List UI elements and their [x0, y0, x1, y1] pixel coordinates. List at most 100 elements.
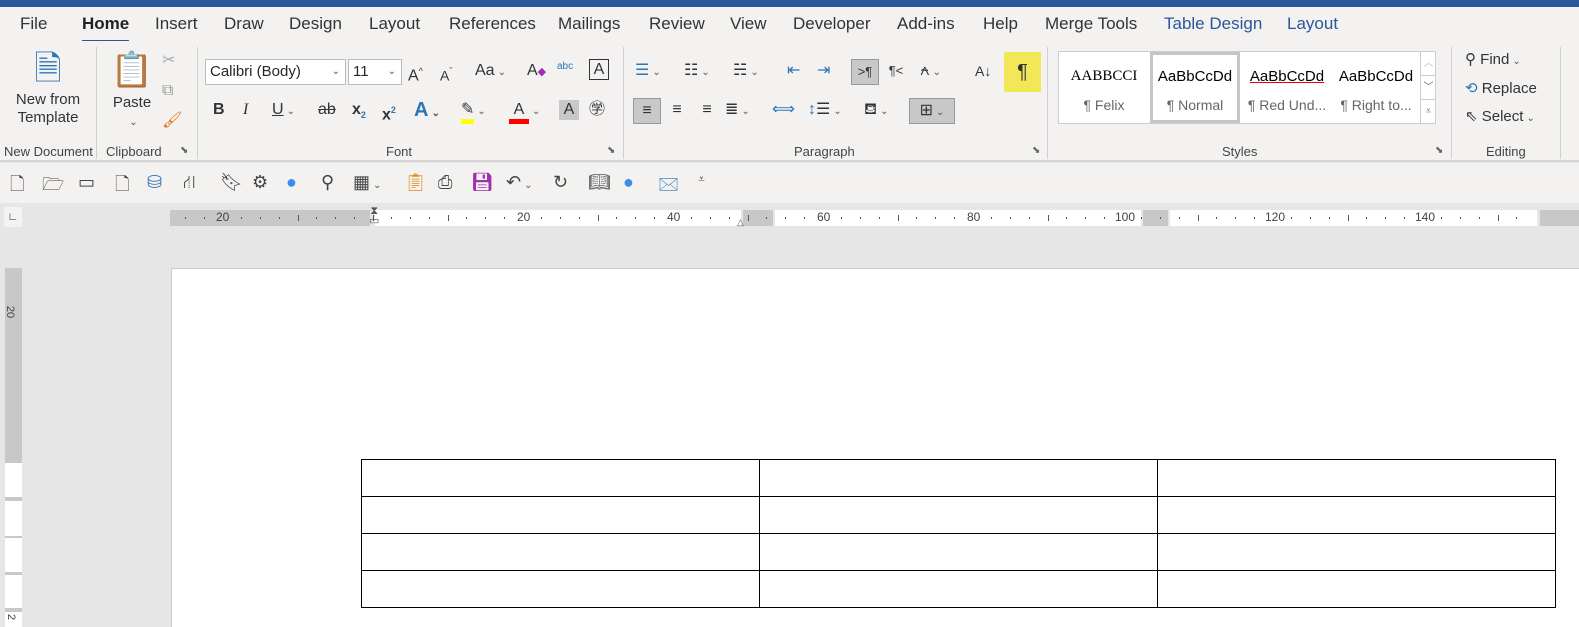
multilevel-list-button[interactable]: ☵ ⌄: [733, 59, 759, 85]
tab-references[interactable]: References: [449, 14, 536, 34]
gear-icon[interactable]: ⚙: [252, 172, 268, 193]
table-icon[interactable]: ▦ ⌄: [353, 172, 381, 193]
tab-layout[interactable]: Layout: [369, 14, 420, 34]
email-document-icon[interactable]: 🖂: [658, 172, 679, 202]
align-right-icon[interactable]: ≡: [695, 98, 719, 124]
dialog-launcher-icon[interactable]: ⬊: [180, 145, 188, 156]
tab-table-layout[interactable]: Layout: [1287, 14, 1338, 34]
font-size-combo[interactable]: 11 ⌄: [348, 59, 402, 85]
database-icon[interactable]: ⛁: [147, 172, 162, 193]
table-cell[interactable]: [1157, 496, 1556, 534]
tab-insert[interactable]: Insert: [155, 14, 198, 34]
tab-draw[interactable]: Draw: [224, 14, 264, 34]
text-effects-button[interactable]: A ⌄: [414, 98, 440, 124]
indent-marker-icon[interactable]: ⧗ ▭: [369, 206, 379, 227]
tab-selector-icon[interactable]: ∟: [4, 207, 22, 227]
new-from-template-button[interactable]: 🗎 New from Template: [12, 47, 84, 133]
dialog-launcher-icon[interactable]: ⬊: [607, 145, 615, 156]
left-to-right-button[interactable]: >¶: [851, 59, 879, 85]
tab-file[interactable]: File: [20, 14, 47, 34]
show-formatting-marks-button[interactable]: ¶: [1004, 52, 1041, 92]
read-mode-icon[interactable]: 📖︎: [588, 172, 611, 193]
distributed-icon[interactable]: ⟺: [772, 98, 795, 124]
justify-button[interactable]: ≣ ⌄: [725, 98, 750, 124]
align-left-icon[interactable]: ≡: [633, 98, 661, 124]
table-cell[interactable]: [759, 496, 1158, 534]
style-felix[interactable]: AABBCCI ¶ Felix: [1059, 52, 1149, 123]
paste-icon[interactable]: 📋︎: [404, 172, 427, 193]
line-spacing-button[interactable]: ↕☰ ⌄: [808, 98, 842, 124]
ruler-column-gap[interactable]: [1143, 210, 1168, 226]
character-border-button[interactable]: A: [589, 59, 609, 80]
highlight-button[interactable]: ✎ ⌄: [461, 98, 486, 124]
tab-merge-tools[interactable]: Merge Tools: [1045, 14, 1137, 34]
tab-help[interactable]: Help: [983, 14, 1018, 34]
open-folder-icon[interactable]: 🗁: [42, 172, 64, 202]
dialog-launcher-icon[interactable]: ⬊: [1032, 145, 1040, 156]
subscript-button[interactable]: x2: [352, 98, 366, 124]
table-cell[interactable]: [1157, 459, 1556, 497]
clear-formatting-button[interactable]: A◆: [527, 59, 546, 85]
strikethrough-button[interactable]: ab: [318, 98, 336, 124]
print-preview-icon[interactable]: ⎙: [438, 172, 452, 193]
underline-button[interactable]: U ⌄: [272, 98, 295, 124]
save-icon[interactable]: 💾︎: [471, 172, 494, 193]
character-spacing-button[interactable]: ⍲ ⌄: [920, 59, 941, 85]
dialog-launcher-icon[interactable]: ⬊: [1435, 145, 1443, 156]
numbering-button[interactable]: ☷ ⌄: [684, 59, 710, 85]
replace-button[interactable]: ⟲ Replace: [1465, 77, 1537, 103]
tab-review[interactable]: Review: [649, 14, 705, 34]
table-cell[interactable]: [361, 496, 760, 534]
enclose-characters-icon[interactable]: ㊫: [589, 98, 605, 124]
scroll-up-icon[interactable]: ︿: [1421, 52, 1436, 75]
style-red-underline[interactable]: AaBbCcDd ¶ Red Und...: [1242, 52, 1332, 123]
character-shading-button[interactable]: A: [559, 100, 579, 120]
scroll-down-icon[interactable]: ﹀: [1421, 75, 1436, 100]
table-cell[interactable]: [361, 533, 760, 571]
table-cell[interactable]: [1157, 570, 1556, 608]
document-table[interactable]: [361, 459, 1556, 608]
bullets-button[interactable]: ☰ ⌄: [635, 59, 661, 85]
circle-icon[interactable]: ●: [623, 172, 634, 193]
tab-developer[interactable]: Developer: [793, 14, 871, 34]
sort-icon[interactable]: A↓: [975, 59, 991, 85]
change-case-button[interactable]: Aa ⌄: [475, 59, 506, 85]
circle-icon[interactable]: ●: [286, 172, 297, 193]
grow-font-button[interactable]: A^: [408, 59, 423, 85]
undo-icon[interactable]: ↶ ⌄: [506, 172, 532, 193]
format-painter-icon[interactable]: 🖌: [162, 109, 182, 135]
borders-button[interactable]: ⊞ ⌄: [909, 98, 955, 124]
font-color-button[interactable]: A ⌄: [509, 98, 540, 124]
tab-mailings[interactable]: Mailings: [558, 14, 620, 34]
new-document-icon[interactable]: 🗋: [10, 172, 24, 202]
font-name-combo[interactable]: Calibri (Body) ⌄: [205, 59, 346, 85]
decrease-indent-icon[interactable]: ⇤: [787, 59, 800, 85]
style-right-to-left[interactable]: AaBbCcDd ¶ Right to...: [1331, 52, 1421, 123]
table-cell[interactable]: [1157, 533, 1556, 571]
tab-view[interactable]: View: [730, 14, 767, 34]
align-center-icon[interactable]: ≡: [665, 98, 689, 124]
document-page[interactable]: [171, 268, 1579, 627]
tab-table-design[interactable]: Table Design: [1164, 14, 1262, 34]
bookmark-icon[interactable]: 🔖︎: [220, 172, 243, 193]
tab-design[interactable]: Design: [289, 14, 342, 34]
table-cell[interactable]: [759, 533, 1158, 571]
cut-icon[interactable]: ✂: [162, 49, 175, 75]
gallery-scroll[interactable]: ︿ ﹀ ⩡: [1420, 52, 1436, 123]
search-icon[interactable]: ⚲: [321, 172, 334, 193]
tab-add-ins[interactable]: Add-ins: [897, 14, 955, 34]
paste-button[interactable]: 📋 Paste ⌄: [110, 47, 154, 133]
shrink-font-button[interactable]: Aˇ: [440, 59, 452, 85]
folder-icon[interactable]: ▭: [78, 172, 95, 193]
bold-button[interactable]: B: [213, 98, 225, 124]
table-cell[interactable]: [361, 570, 760, 608]
italic-button[interactable]: I: [243, 98, 248, 124]
superscript-button[interactable]: x2: [382, 98, 396, 124]
style-normal[interactable]: AaBbCcDd ¶ Normal: [1150, 52, 1240, 123]
table-cell[interactable]: [759, 459, 1158, 497]
customize-toolbar-icon[interactable]: ⩡: [698, 172, 705, 187]
blank-page-icon[interactable]: 🗋: [115, 172, 129, 202]
table-cell[interactable]: [759, 570, 1158, 608]
right-to-left-button[interactable]: ¶<: [884, 59, 908, 85]
increase-indent-icon[interactable]: ⇥: [817, 59, 830, 85]
